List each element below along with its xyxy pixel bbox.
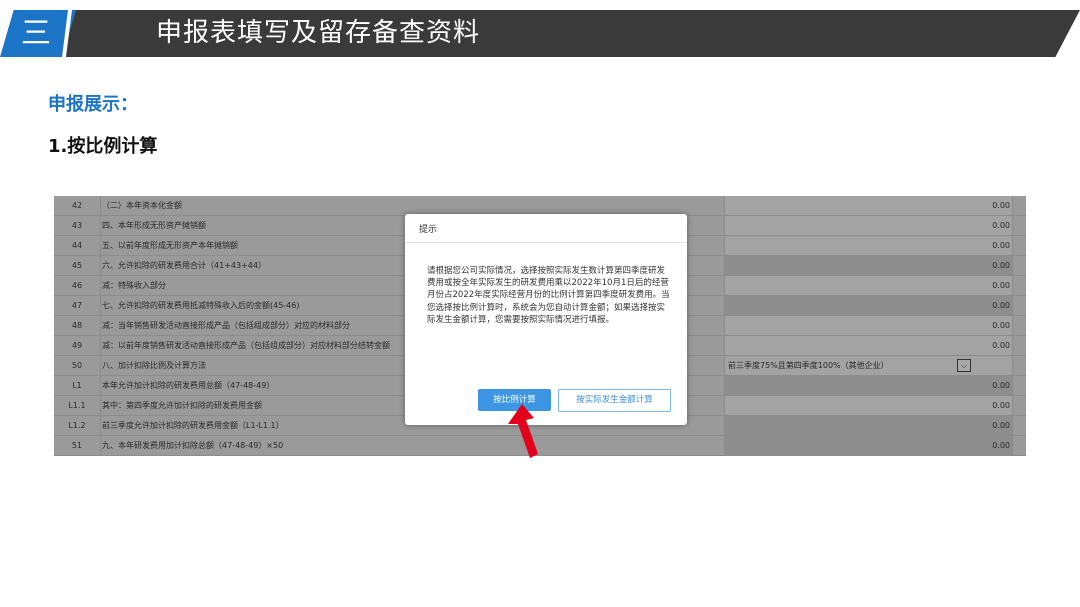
row-label: （二）本年资本化金额: [102, 196, 725, 215]
row-value[interactable]: 0.00: [725, 436, 1013, 455]
row-number: 42: [54, 196, 101, 215]
row-scroll-gutter: [1014, 396, 1026, 415]
row-number: 44: [54, 236, 101, 255]
row-scroll-gutter: [1014, 376, 1026, 395]
row-value[interactable]: 0.00: [725, 376, 1013, 395]
row-number: 45: [54, 256, 101, 275]
row-value[interactable]: 0.00: [725, 296, 1013, 315]
row-number: 46: [54, 276, 101, 295]
row-number: L1: [54, 376, 101, 395]
row-value[interactable]: 0.00: [725, 256, 1013, 275]
row-scroll-gutter: [1014, 436, 1026, 455]
dialog-divider: [405, 242, 687, 243]
row-scroll-gutter: [1014, 336, 1026, 355]
row-scroll-gutter: [1014, 296, 1026, 315]
calculate-by-actual-amount-button[interactable]: 按实际发生金额计算: [558, 389, 671, 412]
row-number: 50: [54, 356, 101, 375]
row-value[interactable]: 0.00: [725, 336, 1013, 355]
dialog-message: 请根据您公司实际情况，选择按照实际发生数计算第四季度研发费用或按全年实际发生的研…: [427, 266, 670, 325]
row-value[interactable]: 0.00: [725, 196, 1013, 215]
row-value[interactable]: 0.00: [725, 236, 1013, 255]
chevron-down-icon[interactable]: ⌵: [957, 359, 971, 372]
row-label: 九、本年研发费用加计扣除总额（47-48-49）×50: [102, 436, 725, 455]
row-scroll-gutter: [1014, 416, 1026, 435]
prompt-dialog: 提示 请根据您公司实际情况，选择按照实际发生数计算第四季度研发费用或按全年实际发…: [405, 214, 687, 425]
row-number: L1.1: [54, 396, 101, 415]
row-scroll-gutter: [1014, 236, 1026, 255]
row-scroll-gutter: [1014, 316, 1026, 335]
row-scroll-gutter: [1014, 356, 1026, 375]
row-scroll-gutter: [1014, 256, 1026, 275]
row-value[interactable]: 0.00: [725, 396, 1013, 415]
row-number: 43: [54, 216, 101, 235]
row-number: 47: [54, 296, 101, 315]
select-value: 前三季度75%且第四季度100%（其他企业）: [728, 361, 889, 370]
row-scroll-gutter: [1014, 276, 1026, 295]
dialog-title: 提示: [419, 225, 438, 235]
row-number: 51: [54, 436, 101, 455]
subtitle: 申报展示：: [48, 94, 138, 115]
red-arrow-pointer: [508, 404, 538, 458]
row-value[interactable]: 0.00: [725, 416, 1013, 435]
section-number: 三: [21, 16, 51, 51]
section-heading: 1.按比例计算: [48, 136, 158, 157]
row-number: 48: [54, 316, 101, 335]
row-value[interactable]: 0.00: [725, 216, 1013, 235]
row-number: L1.2: [54, 416, 101, 435]
row-number: 49: [54, 336, 101, 355]
row-scroll-gutter: [1014, 196, 1026, 215]
calculation-method-select[interactable]: 前三季度75%且第四季度100%（其他企业） ⌵: [725, 356, 1013, 375]
table-row: 42 （二）本年资本化金额 0.00: [54, 196, 1026, 216]
row-value[interactable]: 0.00: [725, 276, 1013, 295]
page-title: 申报表填写及留存备查资料: [156, 18, 481, 48]
row-value[interactable]: 0.00: [725, 316, 1013, 335]
row-scroll-gutter: [1014, 216, 1026, 235]
